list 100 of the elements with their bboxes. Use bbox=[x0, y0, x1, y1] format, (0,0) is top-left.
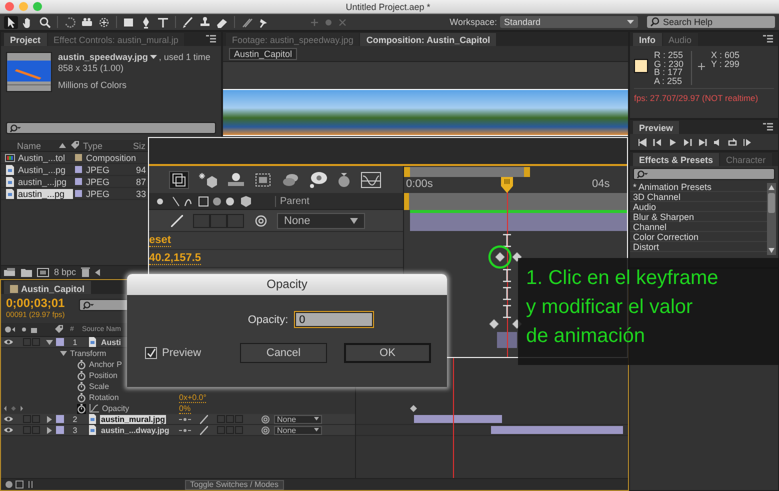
switch-boxes-icon[interactable] bbox=[193, 214, 245, 228]
rotate-icon[interactable] bbox=[63, 16, 77, 28]
quality-switch-icon[interactable] bbox=[171, 214, 183, 226]
layer-name[interactable]: austin_mural.jpg bbox=[100, 414, 166, 424]
av-switches-icon[interactable] bbox=[4, 325, 40, 334]
property-value[interactable]: 0x+0.0° bbox=[179, 392, 206, 402]
scroll-left-icon[interactable] bbox=[95, 268, 100, 276]
layer-switches-icons[interactable] bbox=[155, 196, 253, 206]
search-field[interactable] bbox=[78, 299, 129, 311]
switch-boxes-icon[interactable] bbox=[23, 338, 40, 346]
search-box[interactable]: Search Help bbox=[647, 16, 775, 28]
ok-button[interactable]: OK bbox=[344, 343, 431, 363]
item-name[interactable]: austin_...jpg bbox=[17, 176, 75, 186]
tag-icon[interactable] bbox=[70, 141, 80, 150]
panel-tab[interactable]: Project bbox=[4, 33, 47, 46]
column-header[interactable]: Siz bbox=[133, 140, 146, 150]
label-swatch[interactable] bbox=[56, 338, 64, 346]
switch-boxes-icon[interactable] bbox=[23, 415, 40, 423]
search-input[interactable]: Search Help bbox=[663, 17, 773, 27]
effect-category[interactable]: Channel bbox=[630, 222, 767, 232]
item-name[interactable]: Austin_...tol bbox=[17, 152, 75, 162]
keyframe-navigator-icon[interactable] bbox=[4, 405, 23, 412]
layer-name[interactable]: austin_...dway.jpg bbox=[100, 426, 170, 434]
effect-category[interactable]: Distort bbox=[630, 242, 767, 252]
comp-mini-icon[interactable] bbox=[169, 170, 189, 188]
layer-name[interactable]: Austi bbox=[100, 338, 122, 346]
new-composition-icon[interactable] bbox=[37, 268, 49, 276]
type-tool-icon[interactable] bbox=[156, 16, 170, 28]
play-icon[interactable] bbox=[668, 138, 677, 146]
effect-category[interactable]: Audio bbox=[630, 202, 767, 212]
workspace-dropdown[interactable]: Standard bbox=[500, 16, 638, 28]
tag-icon[interactable] bbox=[54, 325, 64, 334]
panel-menu-icon[interactable] bbox=[206, 35, 216, 43]
switch-boxes-icon[interactable] bbox=[217, 426, 243, 434]
property-value[interactable]: 40.2,157.5 bbox=[149, 252, 201, 265]
effect-category[interactable]: 3D Channel bbox=[630, 192, 767, 202]
brush-icon[interactable] bbox=[181, 16, 195, 28]
search-field[interactable] bbox=[6, 122, 216, 134]
trash-icon[interactable] bbox=[81, 267, 90, 277]
effect-category[interactable]: Color Correction bbox=[630, 232, 767, 242]
panel-tab[interactable]: Effects & Presets bbox=[633, 153, 720, 166]
label-swatch[interactable] bbox=[56, 415, 64, 423]
stopwatch-icon[interactable] bbox=[77, 382, 86, 392]
last-frame-icon[interactable] bbox=[698, 138, 707, 146]
expand-arrow-icon[interactable] bbox=[46, 416, 53, 422]
property-group-name[interactable]: Transform bbox=[70, 349, 106, 358]
column-header[interactable]: Type bbox=[83, 140, 133, 150]
pick-whip-icon[interactable] bbox=[255, 214, 267, 226]
expand-arrow-icon[interactable] bbox=[46, 338, 53, 346]
layer-row[interactable]: 2 austin_mural.jpg None bbox=[1, 414, 355, 425]
eye-icon[interactable] bbox=[4, 338, 13, 346]
frame-blending-icon[interactable] bbox=[255, 172, 271, 188]
motion-blur-icon[interactable] bbox=[281, 172, 299, 188]
shy-switch-icon[interactable] bbox=[179, 416, 191, 422]
layer-row[interactable]: 3 austin_...dway.jpg None bbox=[1, 425, 355, 436]
panel-menu-icon[interactable] bbox=[763, 123, 773, 131]
preview-label[interactable]: Preview bbox=[162, 347, 202, 359]
parent-dropdown[interactable]: None bbox=[277, 212, 365, 228]
graph-editor-icon[interactable] bbox=[361, 172, 381, 188]
preview-checkbox[interactable] bbox=[145, 347, 157, 359]
switch-boxes-icon[interactable] bbox=[23, 426, 40, 434]
loop-icon[interactable] bbox=[728, 138, 737, 146]
panel-tab[interactable]: Preview bbox=[633, 121, 680, 134]
parent-dropdown[interactable]: None bbox=[274, 426, 322, 434]
opacity-input[interactable]: 0 bbox=[294, 311, 374, 328]
panel-tab[interactable]: Info bbox=[633, 33, 662, 46]
panel-menu-icon[interactable] bbox=[763, 35, 773, 43]
comp-mini-flowchart-icon[interactable] bbox=[5, 480, 35, 489]
camera-icon[interactable] bbox=[80, 16, 94, 28]
bit-depth-label[interactable]: 8 bpc bbox=[54, 267, 76, 277]
panel-tab[interactable]: Composition: Austin_Capitol bbox=[360, 33, 496, 46]
stopwatch-icon[interactable] bbox=[77, 360, 86, 370]
eye-icon[interactable] bbox=[4, 426, 13, 434]
stopwatch-icon[interactable] bbox=[77, 404, 86, 414]
stopwatch-icon[interactable] bbox=[77, 370, 86, 380]
toggle-switches-button[interactable]: Toggle Switches / Modes bbox=[185, 480, 284, 490]
rectangle-icon[interactable] bbox=[122, 16, 136, 28]
keyframe-icon[interactable] bbox=[410, 405, 417, 412]
draft-3d-icon[interactable] bbox=[199, 172, 217, 188]
item-name[interactable]: austin_...pg bbox=[17, 188, 73, 198]
timecode[interactable]: 0;00;03;01 bbox=[6, 297, 65, 310]
zoom-icon[interactable] bbox=[38, 16, 52, 28]
folder-icon[interactable] bbox=[21, 268, 32, 276]
item-name[interactable]: Austin_...pg bbox=[17, 164, 75, 174]
graph-icon[interactable] bbox=[89, 404, 99, 413]
switch-boxes-icon[interactable] bbox=[217, 415, 243, 423]
scrollbar[interactable] bbox=[767, 183, 776, 255]
previous-frame-icon[interactable] bbox=[653, 138, 662, 146]
composition-tab[interactable]: Austin_Capitol bbox=[229, 48, 298, 60]
property-value[interactable]: eset bbox=[149, 234, 172, 247]
expand-arrow-icon[interactable] bbox=[60, 350, 67, 357]
column-header[interactable]: Name bbox=[17, 140, 59, 150]
label-swatch[interactable] bbox=[56, 426, 64, 434]
search-field[interactable] bbox=[633, 168, 775, 180]
eye-icon[interactable] bbox=[4, 415, 13, 423]
speaker-icon[interactable] bbox=[713, 138, 722, 146]
stamp-icon[interactable] bbox=[198, 16, 212, 28]
next-frame-icon[interactable] bbox=[683, 138, 692, 146]
interpret-footage-icon[interactable] bbox=[4, 268, 16, 276]
playhead-marker-icon[interactable] bbox=[501, 177, 513, 193]
